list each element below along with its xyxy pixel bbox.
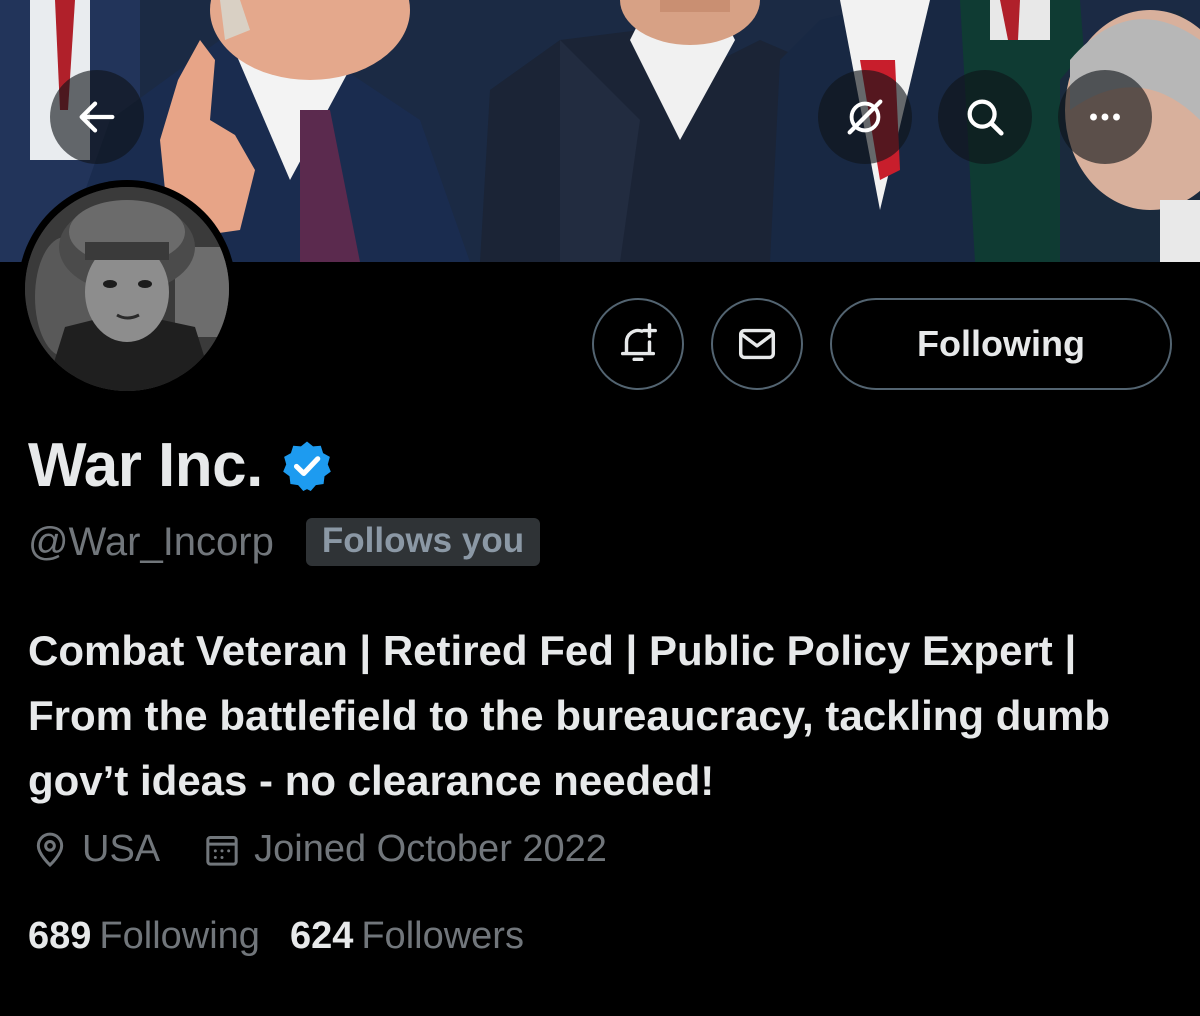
more-button[interactable]	[1058, 70, 1152, 164]
calendar-icon	[206, 835, 238, 866]
location-pin-icon	[36, 832, 64, 867]
location-text: USA	[82, 828, 161, 870]
avatar-image	[25, 187, 229, 391]
following-count: 689	[28, 915, 92, 957]
back-button[interactable]	[50, 70, 144, 164]
following-count-link[interactable]: 689 Following	[28, 915, 260, 958]
joined-item: Joined October 2022	[202, 828, 607, 871]
search-icon	[967, 99, 1004, 136]
more-horizontal-icon	[1090, 113, 1120, 121]
avatar[interactable]	[18, 180, 236, 398]
avatar-photo	[25, 187, 229, 391]
envelope-icon	[738, 328, 776, 360]
profile-meta: USA Joined October 2022	[30, 828, 649, 871]
grok-button[interactable]	[818, 70, 912, 164]
joined-text: Joined October 2022	[254, 828, 607, 870]
follows-you-badge: Follows you	[305, 518, 541, 566]
followers-count: 624	[289, 915, 354, 957]
location-item: USA	[30, 828, 160, 871]
followers-label: Followers	[361, 915, 524, 957]
followers-count-link[interactable]: 624 Followers	[290, 915, 524, 958]
following-label: Following	[99, 915, 260, 957]
notify-button[interactable]	[592, 298, 684, 390]
search-button[interactable]	[938, 70, 1032, 164]
handle-row: @War_Incorp Follows you	[28, 518, 541, 566]
display-name-row: War Inc.	[28, 430, 335, 501]
arrow-left-icon	[79, 101, 115, 133]
verified-badge-icon[interactable]	[279, 438, 335, 494]
profile-stats: 689 Following 624 Followers	[28, 915, 554, 958]
following-button[interactable]: Following	[830, 298, 1172, 390]
profile-bio: Combat Veteran | Retired Fed | Public Po…	[28, 627, 1111, 804]
user-handle: @War_Incorp	[28, 519, 274, 564]
message-button[interactable]	[711, 298, 803, 390]
display-name: War Inc.	[28, 431, 263, 500]
bell-plus-icon	[620, 323, 657, 362]
grok-icon	[847, 99, 883, 135]
